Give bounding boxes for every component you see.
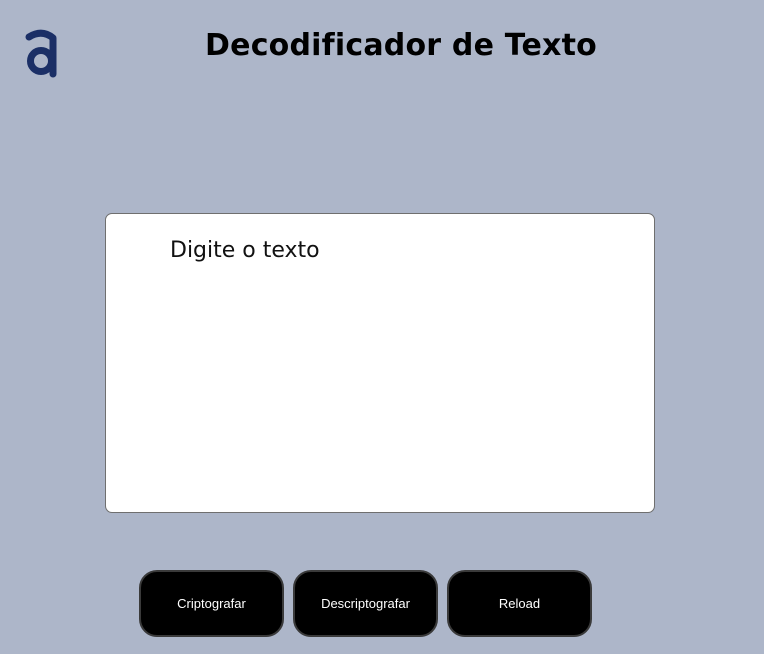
page-title: Decodificador de Texto (205, 28, 597, 63)
text-input[interactable] (105, 213, 655, 513)
decrypt-button[interactable]: Descriptografar (293, 570, 438, 637)
encrypt-button[interactable]: Criptografar (139, 570, 284, 637)
reload-button[interactable]: Reload (447, 570, 592, 637)
